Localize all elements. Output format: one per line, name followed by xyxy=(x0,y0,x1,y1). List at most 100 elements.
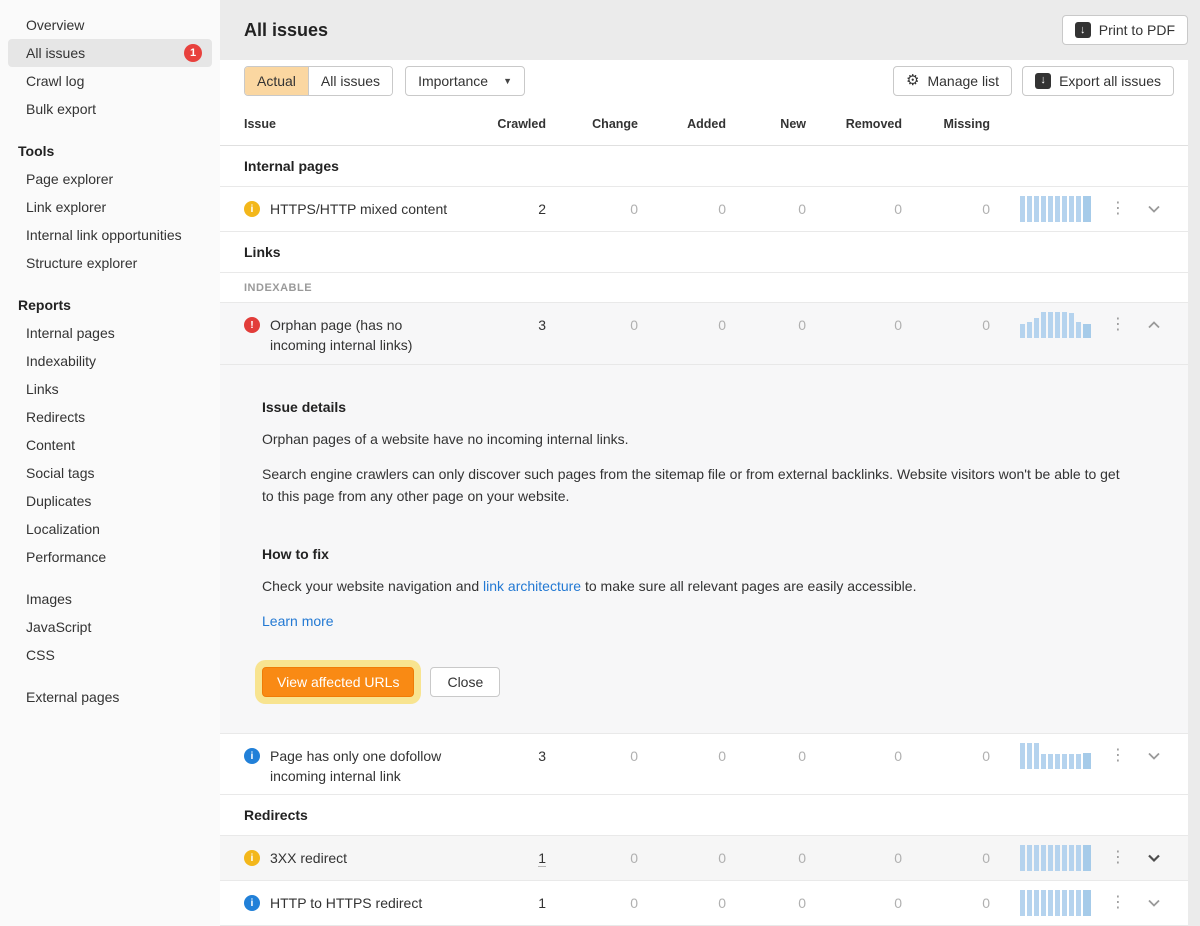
sidebar-item-label: Performance xyxy=(26,549,106,565)
sidebar-item-label: External pages xyxy=(26,689,119,705)
new-value: 0 xyxy=(726,199,806,219)
new-value: 0 xyxy=(726,315,806,335)
manage-list-label: Manage list xyxy=(927,73,999,89)
chevron-down-icon[interactable] xyxy=(1136,896,1172,910)
issue-title: Orphan page (has noincoming internal lin… xyxy=(270,315,412,355)
sidebar-item-label: JavaScript xyxy=(26,619,91,635)
column-change: Change xyxy=(546,102,638,146)
issue-title: HTTP to HTTPS redirect xyxy=(270,893,422,913)
crawled-value[interactable]: 1 xyxy=(468,893,546,913)
sidebar-item-internal-link-opportunities[interactable]: Internal link opportunities xyxy=(8,221,212,249)
sidebar-item-label: Structure explorer xyxy=(26,255,137,271)
history-sparkline xyxy=(1020,890,1100,916)
page-title: All issues xyxy=(244,20,328,41)
sidebar-item-label: All issues xyxy=(26,45,85,61)
sidebar-item-duplicates[interactable]: Duplicates xyxy=(8,487,212,515)
kebab-menu-icon[interactable]: ⋮ xyxy=(1100,893,1136,913)
chevron-up-icon[interactable] xyxy=(1136,318,1172,332)
kebab-menu-icon[interactable]: ⋮ xyxy=(1100,848,1136,868)
crawled-value[interactable]: 3 xyxy=(468,746,546,766)
kebab-menu-icon[interactable]: ⋮ xyxy=(1100,746,1136,766)
chevron-down-icon[interactable] xyxy=(1136,202,1172,216)
crawled-value[interactable]: 1 xyxy=(468,848,546,868)
segment-actual[interactable]: Actual xyxy=(245,67,308,95)
main-content: All issues ↓ Print to PDF Actual All iss… xyxy=(220,0,1200,926)
gear-icon: ⚙ xyxy=(906,73,919,88)
export-all-issues-button[interactable]: ↓ Export all issues xyxy=(1022,66,1174,96)
chevron-down-icon[interactable] xyxy=(1136,851,1172,865)
issue-row-one-dofollow-link[interactable]: Page has only one dofollowincoming inter… xyxy=(220,734,1188,795)
new-value: 0 xyxy=(726,893,806,913)
change-value: 0 xyxy=(546,746,638,766)
sidebar-item-label: Duplicates xyxy=(26,493,91,509)
history-sparkline xyxy=(1020,196,1100,222)
sidebar-item-content[interactable]: Content xyxy=(8,431,212,459)
print-to-pdf-button[interactable]: ↓ Print to PDF xyxy=(1062,15,1188,45)
issue-row-orphan-page[interactable]: Orphan page (has noincoming internal lin… xyxy=(220,303,1188,363)
new-value: 0 xyxy=(726,848,806,868)
sidebar-item-label: Links xyxy=(26,381,59,397)
sidebar-item-redirects[interactable]: Redirects xyxy=(8,403,212,431)
issue-title: HTTPS/HTTP mixed content xyxy=(270,199,447,219)
issue-details-paragraph: Search engine crawlers can only discover… xyxy=(262,464,1128,507)
sidebar-item-page-explorer[interactable]: Page explorer xyxy=(8,165,212,193)
section-internal-pages: Internal pages xyxy=(220,146,1188,187)
importance-dropdown[interactable]: Importance ▼ xyxy=(405,66,525,96)
sidebar-item-images[interactable]: Images xyxy=(8,585,212,613)
sidebar-item-overview[interactable]: Overview xyxy=(8,11,212,39)
added-value: 0 xyxy=(638,746,726,766)
added-value: 0 xyxy=(638,199,726,219)
column-crawled: Crawled xyxy=(468,102,546,146)
subsection-indexable: INDEXABLE xyxy=(220,273,1188,304)
download-icon: ↓ xyxy=(1075,22,1091,38)
sidebar-item-social-tags[interactable]: Social tags xyxy=(8,459,212,487)
section-links: Links xyxy=(220,232,1188,273)
sidebar-item-indexability[interactable]: Indexability xyxy=(8,347,212,375)
table-header: Issue Crawled Change Added New Removed M… xyxy=(220,102,1188,146)
learn-more-link[interactable]: Learn more xyxy=(262,613,334,629)
issue-title: Page has only one dofollowincoming inter… xyxy=(270,746,441,786)
issue-title: 3XX redirect xyxy=(270,848,347,868)
added-value: 0 xyxy=(638,893,726,913)
kebab-menu-icon[interactable]: ⋮ xyxy=(1100,199,1136,219)
manage-list-button[interactable]: ⚙ Manage list xyxy=(893,66,1012,96)
sidebar-item-link-explorer[interactable]: Link explorer xyxy=(8,193,212,221)
sidebar-item-crawl-log[interactable]: Crawl log xyxy=(8,67,212,95)
crawled-value[interactable]: 3 xyxy=(468,315,546,335)
change-value: 0 xyxy=(546,199,638,219)
issue-row-https-http-mixed-content[interactable]: HTTPS/HTTP mixed content 2 0 0 0 0 0 ⋮ xyxy=(220,187,1188,232)
chevron-down-icon: ▼ xyxy=(503,76,512,86)
missing-value: 0 xyxy=(902,199,990,219)
sidebar-item-performance[interactable]: Performance xyxy=(8,543,212,571)
app-root: Overview All issues 1 Crawl log Bulk exp… xyxy=(0,0,1200,926)
added-value: 0 xyxy=(638,315,726,335)
view-affected-urls-button[interactable]: View affected URLs xyxy=(262,667,414,697)
issue-details-paragraph: Orphan pages of a website have no incomi… xyxy=(262,429,1128,451)
issue-row-http-to-https-redirect[interactable]: HTTP to HTTPS redirect 1 0 0 0 0 0 ⋮ xyxy=(220,881,1188,926)
sidebar-item-bulk-export[interactable]: Bulk export xyxy=(8,95,212,123)
sidebar-group-reports: Reports xyxy=(0,291,220,319)
crawled-value[interactable]: 2 xyxy=(468,199,546,219)
sidebar-item-localization[interactable]: Localization xyxy=(8,515,212,543)
sidebar-item-css[interactable]: CSS xyxy=(8,641,212,669)
sidebar-item-external-pages[interactable]: External pages xyxy=(8,683,212,711)
change-value: 0 xyxy=(546,315,638,335)
sidebar-item-internal-pages[interactable]: Internal pages xyxy=(8,319,212,347)
sidebar-item-links[interactable]: Links xyxy=(8,375,212,403)
history-sparkline xyxy=(1020,312,1100,338)
issue-row-3xx-redirect[interactable]: 3XX redirect 1 0 0 0 0 0 ⋮ xyxy=(220,836,1188,881)
sidebar-item-javascript[interactable]: JavaScript xyxy=(8,613,212,641)
sidebar-item-label: Redirects xyxy=(26,409,85,425)
segment-all-issues[interactable]: All issues xyxy=(308,67,392,95)
kebab-menu-icon[interactable]: ⋮ xyxy=(1100,315,1136,335)
issues-card: Actual All issues Importance ▼ ⚙ Manage … xyxy=(220,60,1188,926)
chevron-down-icon[interactable] xyxy=(1136,749,1172,763)
history-sparkline xyxy=(1020,845,1100,871)
sidebar-item-structure-explorer[interactable]: Structure explorer xyxy=(8,249,212,277)
link-architecture-link[interactable]: link architecture xyxy=(483,578,581,594)
sidebar-group-tools: Tools xyxy=(0,137,220,165)
missing-value: 0 xyxy=(902,746,990,766)
sidebar-item-label: Localization xyxy=(26,521,100,537)
close-button[interactable]: Close xyxy=(430,667,500,697)
sidebar-item-all-issues[interactable]: All issues 1 xyxy=(8,39,212,67)
